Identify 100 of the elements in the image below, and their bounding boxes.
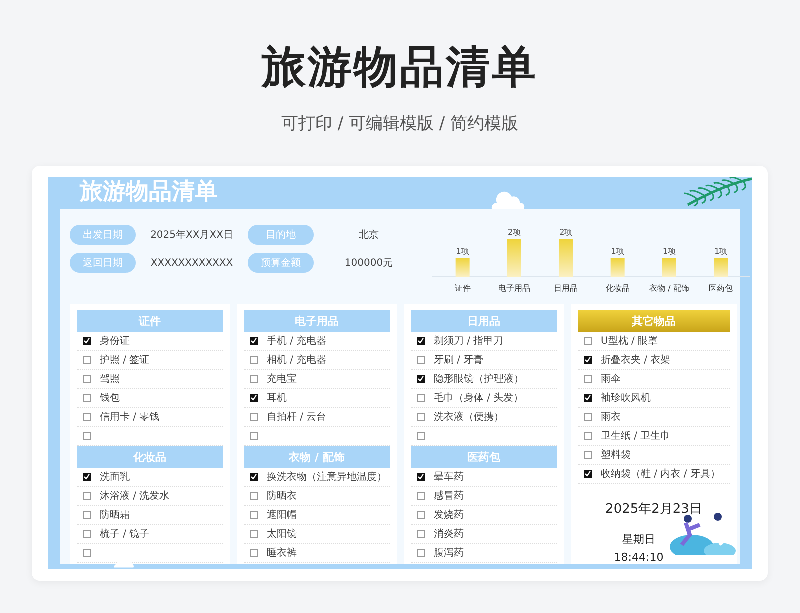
item-label: 卫生纸 / 卫生巾 bbox=[601, 430, 671, 443]
palm-leaf-drawing bbox=[684, 177, 754, 209]
value-label: 2项 bbox=[560, 228, 573, 237]
field-value: 100000元 bbox=[344, 257, 394, 271]
item-label: 洗面乳 bbox=[100, 470, 130, 484]
item-label: U型枕 / 眼罩 bbox=[601, 334, 658, 348]
sheet-title: 旅游物品清单 bbox=[80, 178, 218, 207]
item-label: 耳机 bbox=[267, 392, 287, 405]
item-label: 换洗衣物（注意异地温度） bbox=[267, 470, 387, 484]
checkbox[interactable] bbox=[250, 432, 258, 440]
value-label: 1项 bbox=[714, 247, 728, 256]
checkbox[interactable] bbox=[83, 356, 91, 364]
item-label: 相机 / 充电器 bbox=[267, 354, 327, 367]
bar bbox=[508, 239, 522, 277]
field-label: 目的地 bbox=[248, 225, 314, 245]
item-label: 发烧药 bbox=[434, 508, 464, 522]
item-label: 收纳袋（鞋 / 内衣 / 牙具） bbox=[601, 468, 720, 481]
section-header: 证件 bbox=[77, 310, 223, 332]
checkbox[interactable] bbox=[584, 394, 592, 402]
checkbox[interactable] bbox=[250, 549, 258, 557]
checkbox[interactable] bbox=[584, 413, 592, 421]
checkbox[interactable] bbox=[83, 375, 91, 383]
checkbox[interactable] bbox=[417, 473, 425, 481]
item-label: 手机 / 充电器 bbox=[267, 334, 327, 348]
checkbox[interactable] bbox=[417, 337, 425, 345]
value-label: 1项 bbox=[662, 247, 676, 256]
section-header: 其它物品 bbox=[578, 310, 730, 332]
bar bbox=[714, 258, 728, 277]
page-title: 旅游物品清单 bbox=[262, 41, 538, 95]
checkbox[interactable] bbox=[250, 337, 258, 345]
checkbox[interactable] bbox=[250, 413, 258, 421]
item-label: 信用卡 / 零钱 bbox=[100, 410, 160, 424]
item-label: 防晒衣 bbox=[267, 490, 297, 503]
item-label: 晕车药 bbox=[434, 470, 464, 484]
item-label: 遮阳帽 bbox=[267, 508, 297, 522]
checkbox[interactable] bbox=[417, 492, 425, 500]
checkbox[interactable] bbox=[250, 375, 258, 383]
checkbox[interactable] bbox=[83, 492, 91, 500]
checkbox[interactable] bbox=[83, 530, 91, 538]
checkbox[interactable] bbox=[417, 356, 425, 364]
checkbox[interactable] bbox=[584, 375, 592, 383]
checkbox[interactable] bbox=[83, 511, 91, 519]
checkbox[interactable] bbox=[417, 549, 425, 557]
field-label: 预算金额 bbox=[248, 253, 314, 273]
checkbox[interactable] bbox=[417, 432, 425, 440]
checkbox[interactable] bbox=[417, 530, 425, 538]
checkbox[interactable] bbox=[584, 470, 592, 478]
bar bbox=[559, 239, 574, 277]
item-label: 钱包 bbox=[100, 392, 120, 405]
item-label: 感冒药 bbox=[434, 490, 464, 503]
item-label: 雨衣 bbox=[601, 410, 621, 424]
field-value: 2025年XX月XX日 bbox=[150, 229, 234, 243]
checkbox[interactable] bbox=[83, 549, 91, 557]
checkbox[interactable] bbox=[83, 473, 91, 481]
item-label: 洗衣液（便携） bbox=[434, 410, 504, 424]
bar bbox=[456, 258, 470, 277]
section-header: 衣物 / 配饰 bbox=[244, 446, 390, 468]
checkbox[interactable] bbox=[83, 432, 91, 440]
item-label: 睡衣裤 bbox=[267, 546, 297, 560]
checkbox[interactable] bbox=[250, 530, 258, 538]
item-label: 牙刷 / 牙膏 bbox=[434, 354, 484, 367]
item-label: 隐形眼镜（护理液） bbox=[434, 372, 524, 386]
category-label: 化妆品 bbox=[606, 284, 630, 293]
checkbox[interactable] bbox=[250, 511, 258, 519]
checkbox[interactable] bbox=[250, 492, 258, 500]
checkbox[interactable] bbox=[417, 375, 425, 383]
field-value: XXXXXXXXXXXX bbox=[150, 256, 234, 270]
category-label: 衣物 / 配饰 bbox=[650, 284, 690, 293]
item-label: 驾照 bbox=[100, 373, 120, 386]
item-label: 梳子 / 镜子 bbox=[100, 528, 150, 541]
checkbox[interactable] bbox=[83, 413, 91, 421]
checkbox[interactable] bbox=[584, 337, 592, 345]
checkbox[interactable] bbox=[250, 473, 258, 481]
time-text: 18:44:10 bbox=[613, 551, 665, 564]
section-header: 日用品 bbox=[411, 310, 557, 332]
item-label: 防晒霜 bbox=[100, 508, 130, 522]
item-label: 剃须刀 / 指甲刀 bbox=[434, 334, 504, 348]
checkbox[interactable] bbox=[417, 511, 425, 519]
checkbox[interactable] bbox=[83, 394, 91, 402]
value-label: 2项 bbox=[508, 228, 522, 237]
section-header: 化妆品 bbox=[77, 446, 223, 468]
checkbox[interactable] bbox=[417, 394, 425, 402]
checkbox[interactable] bbox=[584, 356, 592, 364]
checkbox[interactable] bbox=[83, 337, 91, 345]
date-text: 2025年2月23日 bbox=[604, 501, 704, 518]
item-label: 雨伞 bbox=[601, 373, 621, 386]
checkbox[interactable] bbox=[584, 451, 592, 459]
checkbox[interactable] bbox=[584, 432, 592, 440]
value-label: 1项 bbox=[456, 247, 470, 256]
category-label: 证件 bbox=[454, 284, 471, 293]
item-label: 沐浴液 / 洗发水 bbox=[100, 490, 170, 503]
item-label: 护照 / 签证 bbox=[100, 354, 150, 367]
item-label: 身份证 bbox=[100, 335, 130, 348]
checkbox[interactable] bbox=[250, 394, 258, 402]
value-label: 1项 bbox=[611, 247, 624, 256]
item-label: 自拍杆 / 云台 bbox=[267, 410, 327, 424]
section-header: 医药包 bbox=[411, 446, 557, 468]
checkbox[interactable] bbox=[417, 413, 425, 421]
section-header: 电子用品 bbox=[244, 310, 390, 332]
checkbox[interactable] bbox=[250, 356, 258, 364]
